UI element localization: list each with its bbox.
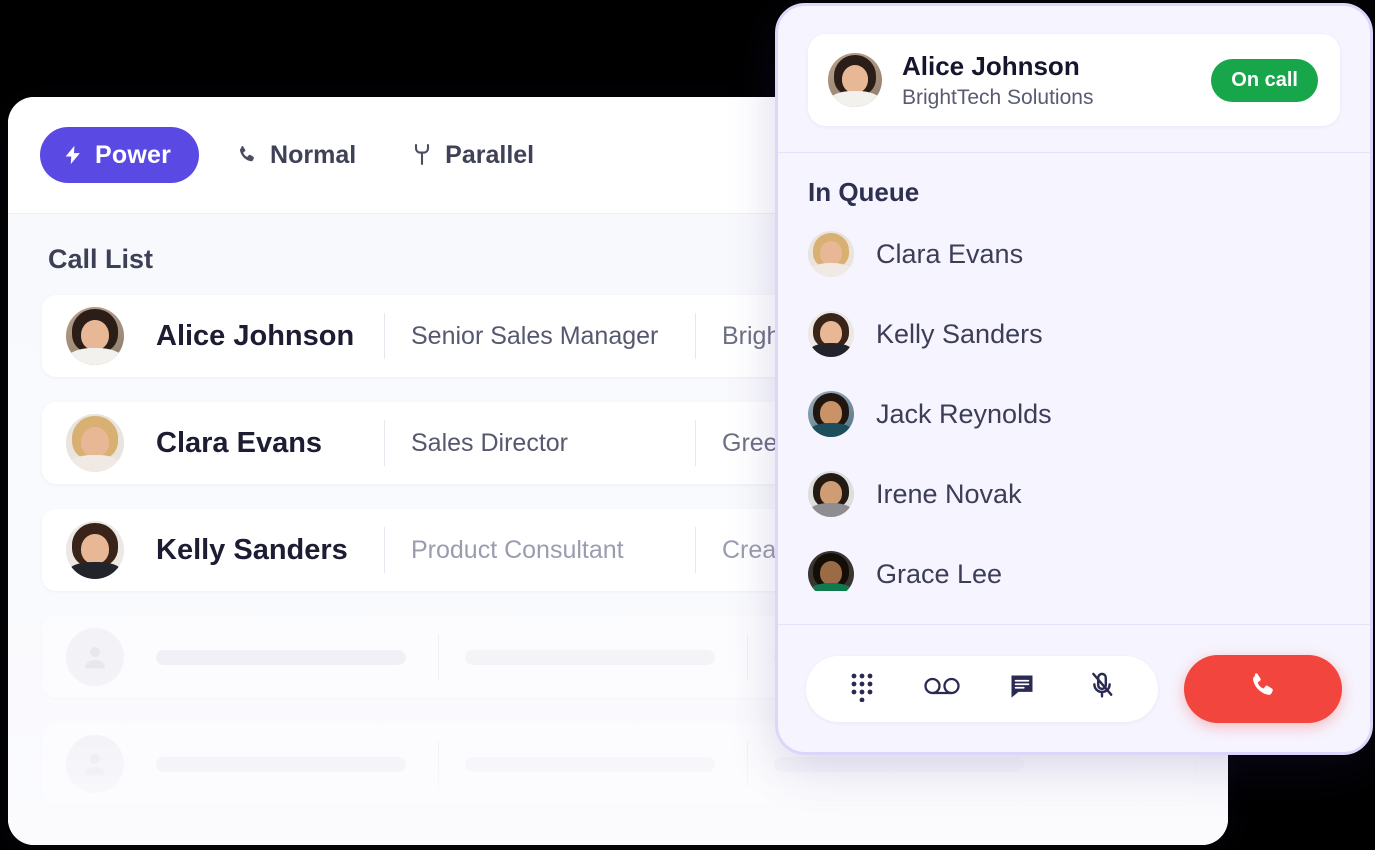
queue-list-item[interactable]: Kelly Sanders [808,310,1340,358]
call-tools-strip [806,656,1158,722]
queue-list-item[interactable]: Jack Reynolds [808,390,1340,438]
message-button[interactable] [995,662,1049,716]
microphone-muted-icon [1088,671,1116,706]
active-call-info: Alice Johnson BrightTech Solutions [882,50,1211,110]
placeholder-bar [774,757,1024,772]
person-placeholder-icon [66,628,124,686]
cell-divider [747,634,748,680]
queue-list-item[interactable]: Irene Novak [808,470,1340,518]
active-call-card[interactable]: Alice Johnson BrightTech Solutions On ca… [808,34,1340,126]
avatar [808,231,854,277]
active-call-name: Alice Johnson [902,50,1211,83]
screenshot-root: Power Normal Parallel Call List [0,0,1375,850]
phone-icon [235,143,259,167]
queue-item-name: Jack Reynolds [854,399,1052,430]
voicemail-button[interactable] [915,662,969,716]
contact-role: Senior Sales Manager [385,322,695,351]
contact-name: Alice Johnson [124,320,384,353]
dial-mode-normal[interactable]: Normal [217,127,374,183]
placeholder-bar [465,757,715,772]
voicemail-icon [923,674,961,703]
active-call-header: Alice Johnson BrightTech Solutions On ca… [778,6,1370,153]
queue-item-name: Irene Novak [854,479,1022,510]
dial-mode-power[interactable]: Power [40,127,199,183]
avatar [808,391,854,437]
avatar [828,53,882,107]
dial-mode-parallel[interactable]: Parallel [392,127,552,183]
active-call-company: BrightTech Solutions [902,86,1211,110]
avatar [66,521,124,579]
placeholder-bar [465,650,715,665]
phone-icon [1246,669,1280,708]
queue-item-name: Clara Evans [854,239,1023,270]
placeholder-bar [156,757,406,772]
status-badge: On call [1211,59,1318,102]
active-call-panel: Alice Johnson BrightTech Solutions On ca… [775,3,1373,755]
dialpad-icon [848,670,876,707]
queue-list-item[interactable]: Clara Evans [808,230,1340,278]
cell-divider [747,741,748,787]
queue-title: In Queue [808,177,1340,208]
queue-item-name: Kelly Sanders [854,319,1043,350]
placeholder-bar [156,650,406,665]
end-call-button[interactable] [1184,655,1342,723]
avatar [808,311,854,357]
message-icon [1008,672,1036,705]
dial-mode-power-label: Power [95,141,171,170]
avatar [808,471,854,517]
dialpad-button[interactable] [835,662,889,716]
mute-button[interactable] [1075,662,1129,716]
dial-mode-normal-label: Normal [270,141,356,170]
person-placeholder-icon [66,735,124,793]
dial-mode-parallel-label: Parallel [445,141,534,170]
lightning-bolt-icon [62,142,84,168]
queue-list-item[interactable]: Grace Lee [808,550,1340,591]
contact-role: Sales Director [385,429,695,458]
avatar [66,414,124,472]
queue-section: In Queue Clara Evans Kelly Sanders Jack … [778,153,1370,591]
contact-name: Clara Evans [124,427,384,460]
avatar [66,307,124,365]
queue-item-name: Grace Lee [854,559,1002,590]
call-controls-bar [778,624,1370,752]
fork-branch-icon [410,142,434,168]
cell-divider [438,741,439,787]
cell-divider [438,634,439,680]
contact-role: Product Consultant [385,536,695,565]
avatar [808,551,854,591]
contact-name: Kelly Sanders [124,534,384,567]
